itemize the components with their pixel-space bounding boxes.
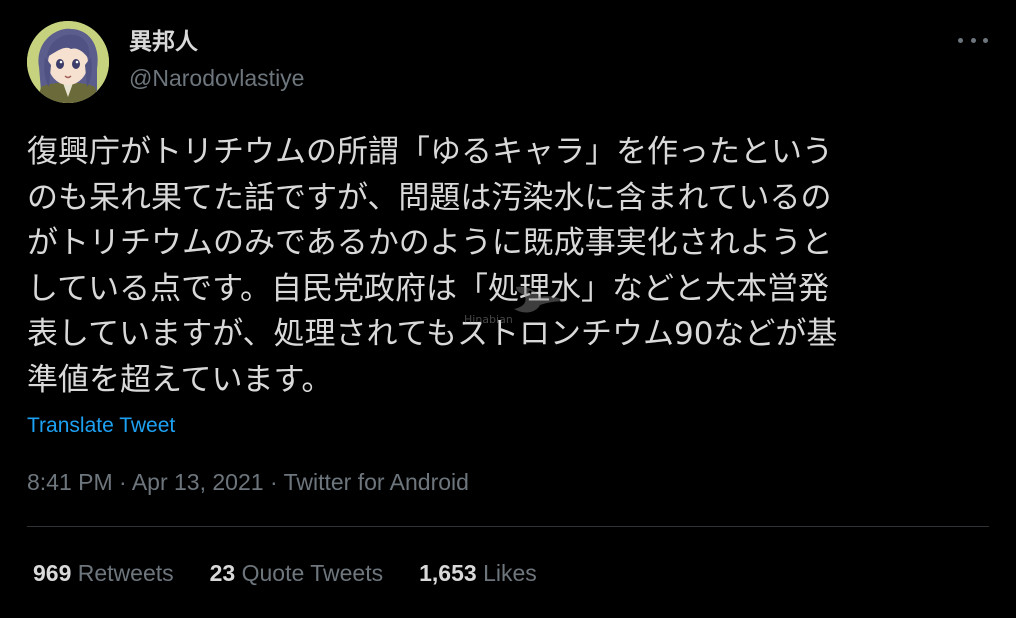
quote-tweets-count: 23 <box>209 560 236 586</box>
likes-count: 1,653 <box>419 560 477 586</box>
dot <box>983 37 988 43</box>
watermark-text: Hinabian <box>464 313 513 326</box>
retweets-label: Retweets <box>77 560 174 586</box>
quote-tweets-stat[interactable]: 23 Quote Tweets <box>210 559 383 587</box>
meta-separator: · <box>269 469 284 495</box>
tweet-text-line: がトリチウムのみであるかのように既成事実化されようと <box>27 225 833 261</box>
avatar[interactable] <box>27 21 109 103</box>
likes-stat[interactable]: 1,653 Likes <box>419 559 537 587</box>
tweet-text-line: 準値を超えています。 <box>27 361 333 398</box>
tweet-detail: 異邦人 @Narodovlastiye 復興庁がトリチウムの所謂「ゆるキャラ」を… <box>0 0 1016 618</box>
tweet-source[interactable]: Twitter for Android <box>284 469 469 495</box>
tweet-text: 復興庁がトリチウムの所謂「ゆるキャラ」を作ったという のも呆れ果てた話ですが、問… <box>27 130 989 403</box>
display-name[interactable]: 異邦人 <box>129 28 198 56</box>
likes-label: Likes <box>483 560 537 586</box>
tweet-date[interactable]: Apr 13, 2021 <box>132 469 264 495</box>
quote-tweets-label: Quote Tweets <box>241 560 384 586</box>
dot <box>958 37 963 43</box>
tweet-stats: 969 Retweets 23 Quote Tweets 1,653 Likes <box>33 559 573 587</box>
divider <box>27 526 989 527</box>
tweet-text-line: 復興庁がトリチウムの所謂「ゆるキャラ」を作ったという <box>27 134 833 170</box>
retweets-stat[interactable]: 969 Retweets <box>33 559 174 587</box>
tweet-time[interactable]: 8:41 PM <box>27 469 113 495</box>
retweets-count: 969 <box>33 560 72 586</box>
tweet-text-line: のも呆れ果てた話ですが、問題は汚染水に含まれているの <box>27 179 832 216</box>
user-handle[interactable]: @Narodovlastiye <box>129 64 304 92</box>
translate-tweet-link[interactable]: Translate Tweet <box>27 413 175 439</box>
avatar-image <box>27 21 109 103</box>
bird-logo-icon <box>514 286 566 313</box>
meta-separator: · <box>119 469 132 495</box>
tweet-meta: 8:41 PM · Apr 13, 2021 · Twitter for And… <box>27 468 469 496</box>
more-horizontal-icon[interactable] <box>958 30 988 50</box>
watermark: Hinabian <box>458 283 578 333</box>
dot <box>970 37 976 43</box>
